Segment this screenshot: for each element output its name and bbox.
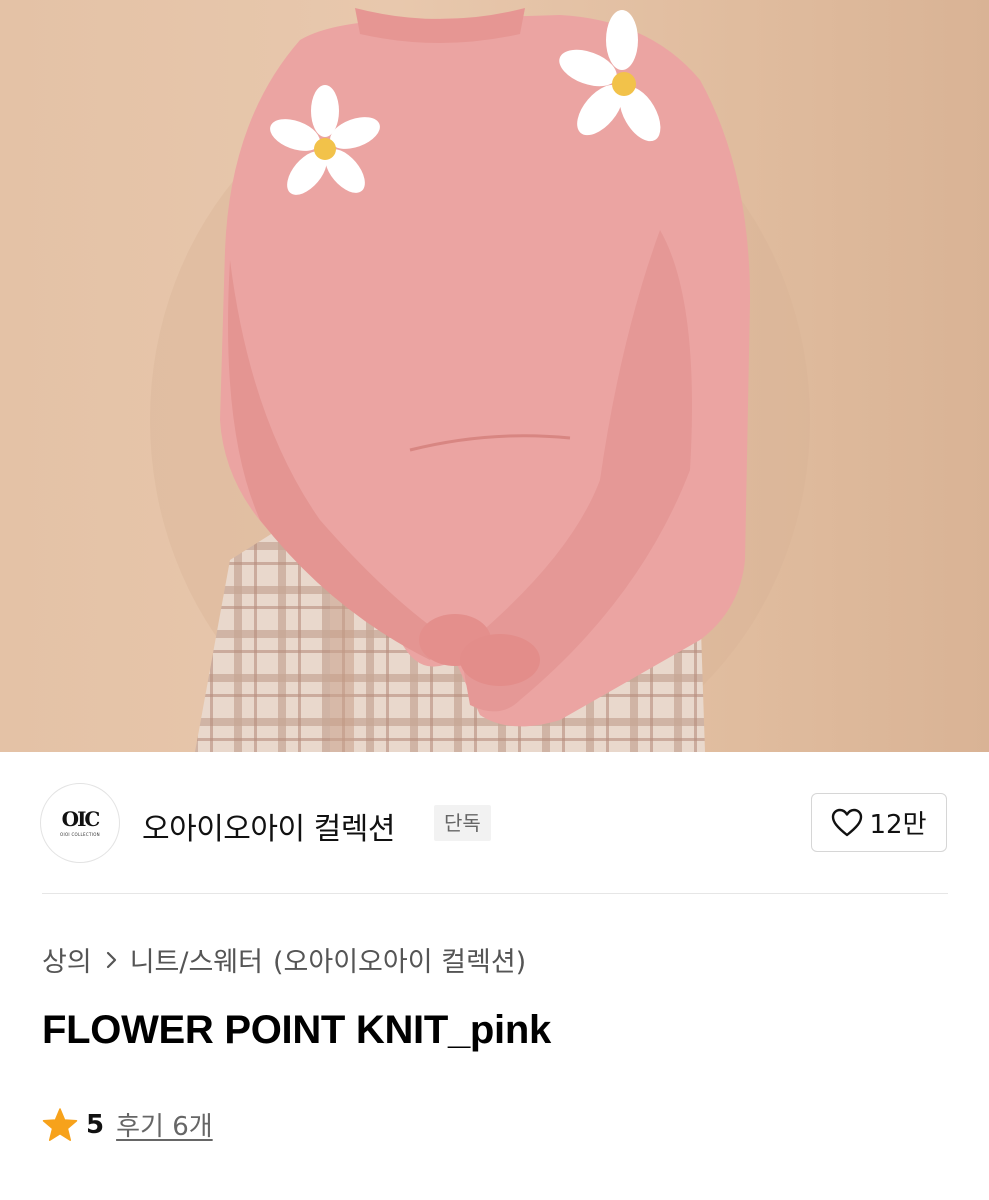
breadcrumb-brand[interactable]: (오아이오아이 컬렉션) [273, 940, 526, 979]
review-link[interactable]: 후기 6개 [116, 1106, 213, 1143]
breadcrumb: 상의 니트/스웨터 (오아이오아이 컬렉션) [42, 940, 526, 979]
divider [42, 893, 948, 894]
exclusive-badge: 단독 [434, 805, 491, 841]
brand-like-button[interactable]: 12만 [811, 793, 947, 852]
breadcrumb-subcategory[interactable]: 니트/스웨터 [130, 940, 263, 979]
rating-row: 5 후기 6개 [42, 1106, 213, 1143]
brand-logo[interactable]: OIC OIOI COLLECTION [40, 783, 120, 863]
breadcrumb-category[interactable]: 상의 [42, 940, 92, 979]
product-title: FLOWER POINT KNIT_pink [42, 1008, 551, 1052]
product-photo[interactable] [0, 0, 989, 752]
brand-logo-mark: OIC [61, 807, 101, 831]
product-photo-illustration [150, 8, 810, 752]
price-cutoff [42, 1186, 342, 1200]
brand-logo-subtext: OIOI COLLECTION [60, 832, 100, 837]
star-icon [42, 1107, 78, 1141]
like-count: 12만 [869, 810, 927, 840]
price-area [42, 1186, 342, 1200]
rating-value: 5 [86, 1109, 105, 1140]
heart-outline-icon [832, 808, 863, 836]
brand-row: OIC OIOI COLLECTION 오아이오아이 컬렉션 단독 12만 [0, 752, 989, 894]
brand-name[interactable]: 오아이오아이 컬렉션 [142, 804, 395, 848]
chevron-right-icon [106, 950, 118, 970]
